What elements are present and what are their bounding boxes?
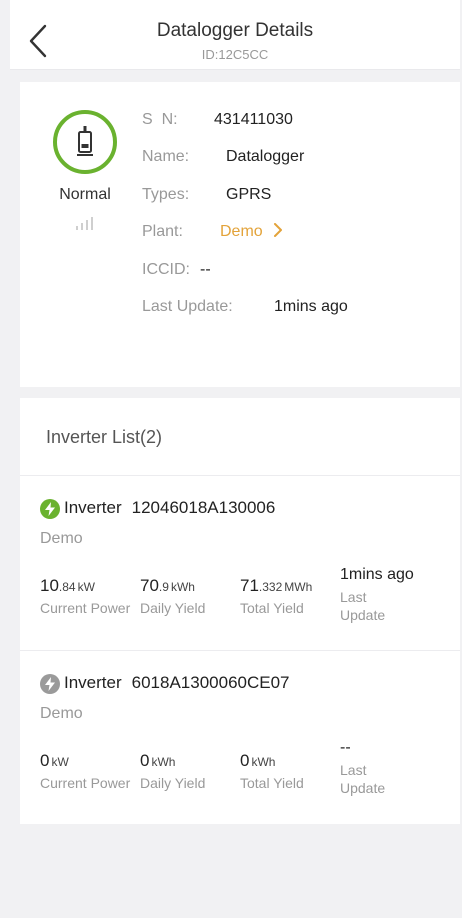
divider xyxy=(20,475,460,476)
plant-value: Demo xyxy=(220,223,263,240)
inverter-type: Inverter xyxy=(64,673,122,692)
inverter-status-icon xyxy=(40,499,60,519)
last-update-value: 1mins ago xyxy=(340,566,414,583)
signal-strength-icon xyxy=(76,217,93,230)
iccid-value: -- xyxy=(200,261,211,278)
total-yield-label: Total Yield xyxy=(240,600,304,616)
chevron-right-icon xyxy=(274,223,283,237)
datalogger-device-icon xyxy=(77,126,93,156)
current-power-dec: .84 xyxy=(58,580,76,594)
inverter-list-card: Inverter List(2) Inverter 12046018A130006… xyxy=(20,398,460,824)
iccid-label: ICCID: xyxy=(142,261,190,278)
daily-yield-label: Daily Yield xyxy=(140,775,206,791)
name-label: Name: xyxy=(142,148,190,165)
daily-yield-dec: .9 xyxy=(158,580,169,594)
types-label: Types: xyxy=(142,186,190,203)
daily-yield-int: 70 xyxy=(140,576,159,595)
total-yield-metric: 0 kWh Total Yield xyxy=(240,751,304,791)
inverter-item[interactable]: Inverter 12046018A130006 Demo 10.84 kW Cur… xyxy=(20,498,460,648)
daily-yield-metric: 0 kWh Daily Yield xyxy=(140,751,205,791)
current-power-int: 10 xyxy=(40,576,59,595)
last-update-value: -- xyxy=(340,739,351,756)
inverter-name: Inverter 6018A1300060CE07 xyxy=(64,673,290,693)
current-power-unit: kW xyxy=(77,580,95,594)
name-value: Datalogger xyxy=(226,148,305,165)
total-yield-unit: kWh xyxy=(251,755,276,769)
inverter-plant: Demo xyxy=(40,705,83,722)
total-yield-int: 71 xyxy=(240,576,259,595)
current-power-label: Current Power xyxy=(40,775,131,791)
app-header: Datalogger Details ID:12C5CC xyxy=(10,0,460,70)
inverter-sn: 6018A1300060CE07 xyxy=(131,673,290,692)
last-update-label: Last Update xyxy=(340,589,386,623)
current-power-metric: 0 kW Current Power xyxy=(40,751,130,791)
total-yield-int: 0 xyxy=(240,751,250,770)
daily-yield-unit: kWh xyxy=(151,755,176,769)
inverter-list-title: Inverter List(2) xyxy=(46,427,163,447)
total-yield-dec: .332 xyxy=(258,580,283,594)
current-power-label: Current Power xyxy=(40,600,131,616)
sn-value: 431411030 xyxy=(214,111,293,128)
inverter-sn: 12046018A130006 xyxy=(131,498,276,517)
daily-yield-label: Daily Yield xyxy=(140,600,206,616)
last-update-value: 1mins ago xyxy=(274,298,348,315)
plant-link[interactable]: Demo xyxy=(220,223,283,241)
total-yield-metric: 71.332 MWh Total Yield xyxy=(240,576,312,616)
current-power-int: 0 xyxy=(40,751,50,770)
last-update-metric: 1mins ago Last Update xyxy=(340,566,414,624)
inverter-item[interactable]: Inverter 6018A1300060CE07 Demo 0 kW Curren… xyxy=(20,673,460,823)
status-label: Normal xyxy=(59,186,111,203)
inverter-type: Inverter xyxy=(64,498,122,517)
datalogger-info-card: Normal S N: 431411030 Name: Datalogger T… xyxy=(20,82,460,387)
inverter-name: Inverter 12046018A130006 xyxy=(64,498,275,518)
daily-yield-int: 0 xyxy=(140,751,150,770)
divider xyxy=(20,650,460,651)
status-indicator xyxy=(53,110,117,174)
current-power-unit: kW xyxy=(51,755,69,769)
datalogger-id: ID:12C5CC xyxy=(201,47,269,62)
current-power-metric: 10.84 kW Current Power xyxy=(40,576,130,616)
daily-yield-unit: kWh xyxy=(170,580,195,594)
last-update-label: Last Update xyxy=(340,762,386,796)
page-title: Datalogger Details xyxy=(156,20,314,41)
total-yield-label: Total Yield xyxy=(240,775,304,791)
daily-yield-metric: 70.9 kWh Daily Yield xyxy=(140,576,205,616)
sn-label: S N: xyxy=(142,111,178,128)
last-update-label: Last Update: xyxy=(142,298,233,315)
last-update-metric: -- Last Update xyxy=(340,739,400,797)
inverter-plant: Demo xyxy=(40,530,83,547)
total-yield-unit: MWh xyxy=(284,580,313,594)
inverter-status-icon xyxy=(40,674,60,694)
plant-label: Plant: xyxy=(142,223,183,240)
types-value: GPRS xyxy=(226,186,272,203)
